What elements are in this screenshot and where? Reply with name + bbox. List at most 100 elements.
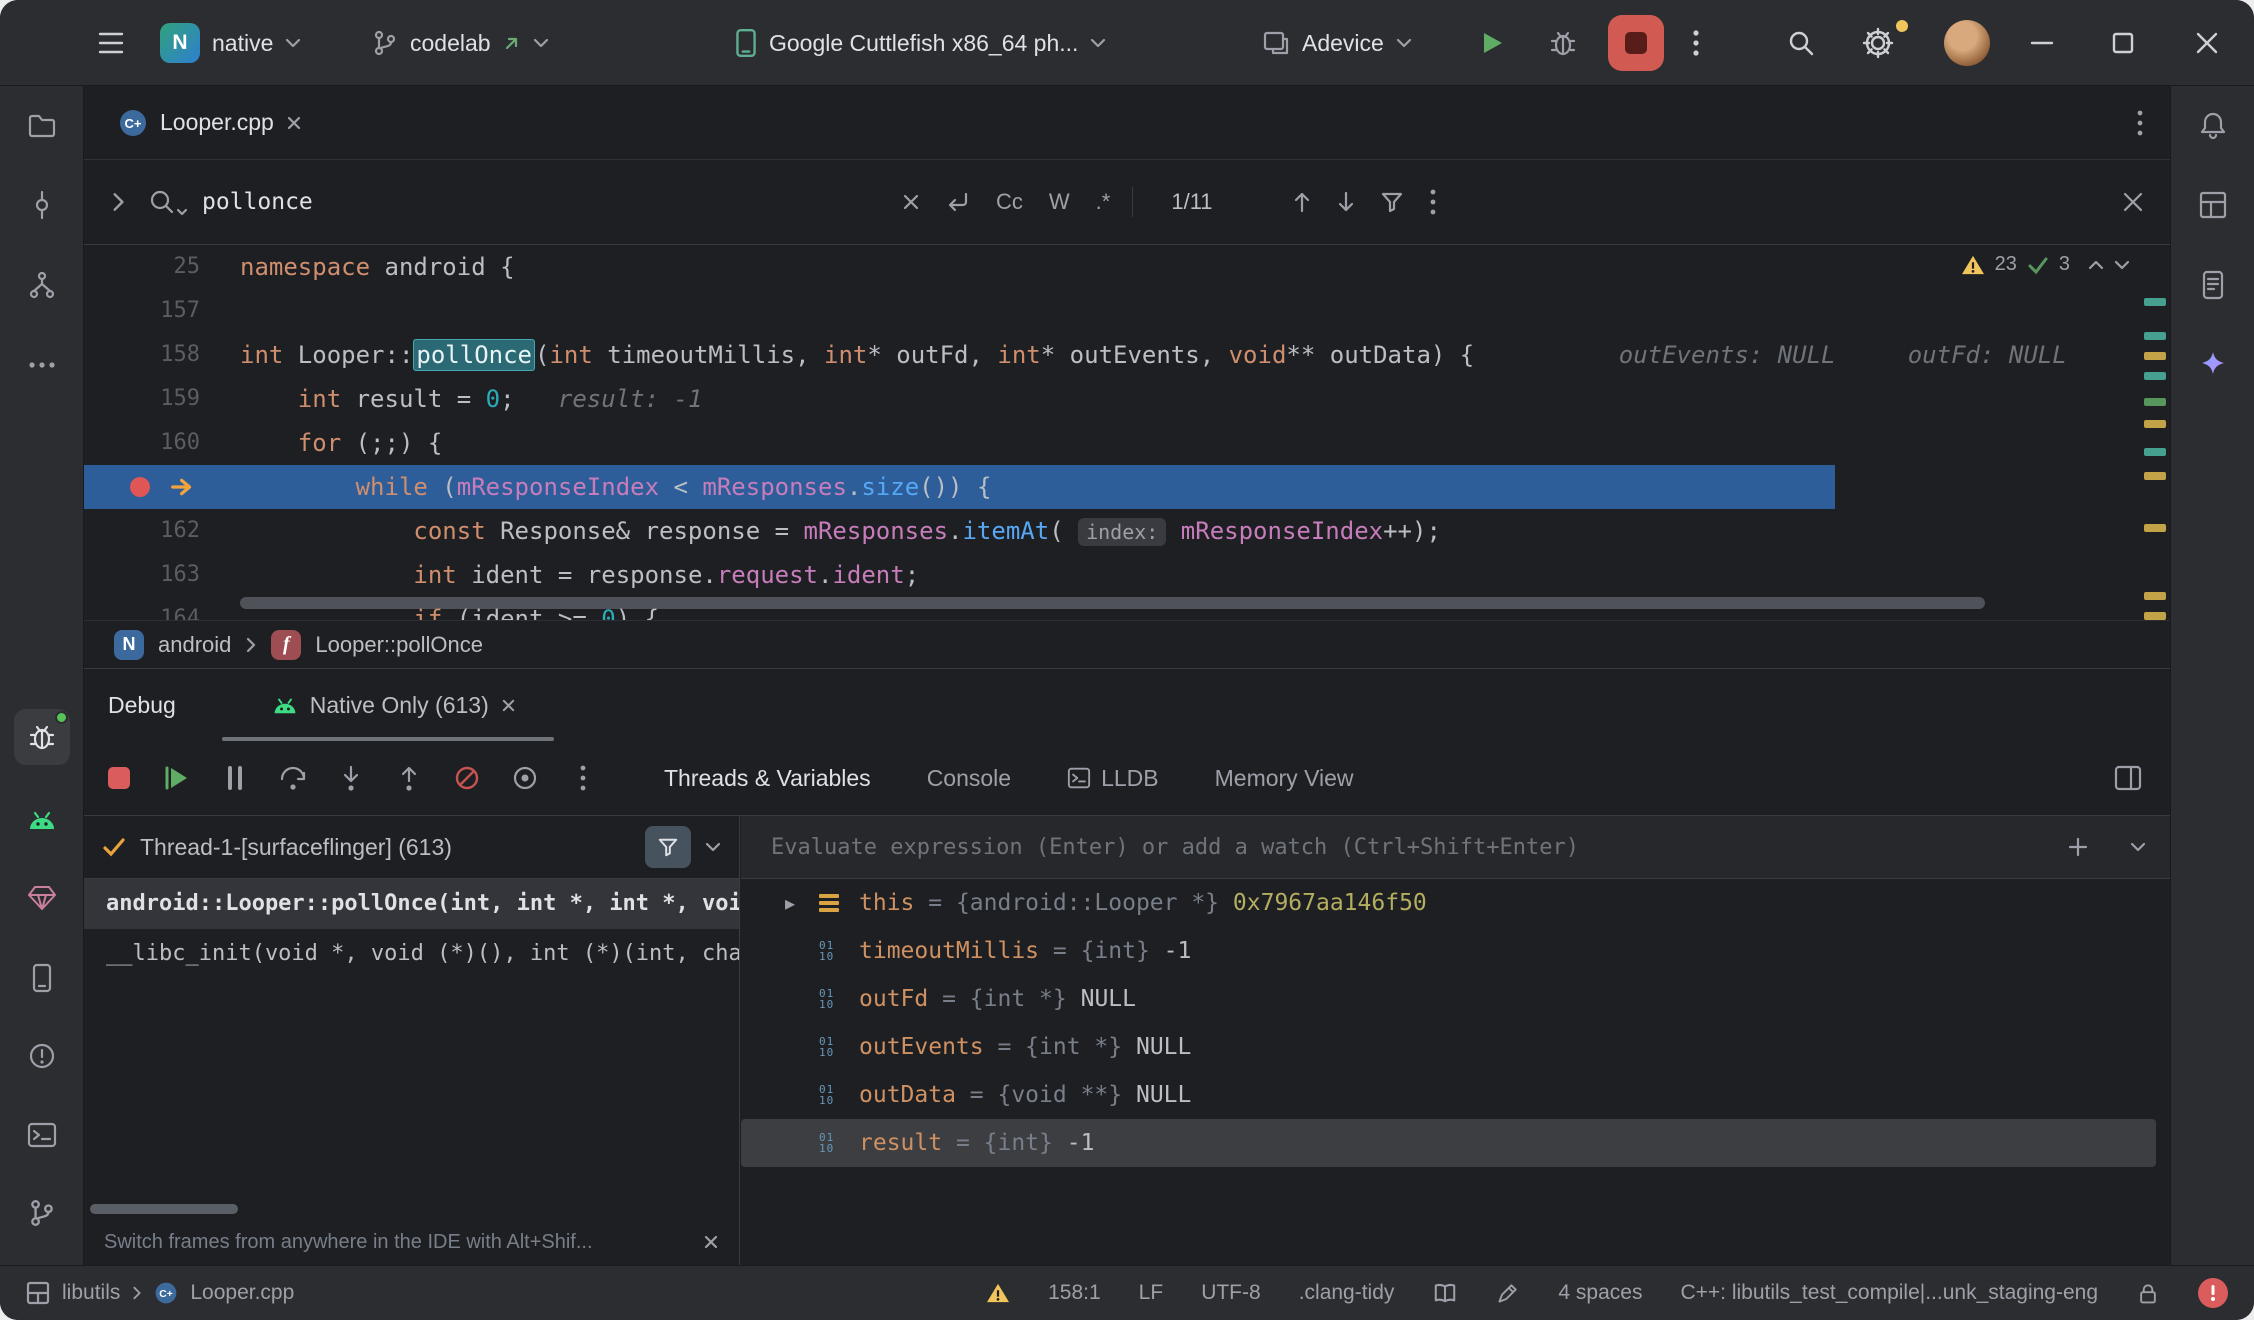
variable-row[interactable]: 0110outFd = {int *} NULL — [741, 975, 2170, 1023]
clear-search-icon[interactable] — [902, 193, 920, 211]
terminal-tool-button[interactable] — [14, 1107, 70, 1163]
search-mode-button[interactable] — [148, 188, 188, 216]
line-ending[interactable]: LF — [1139, 1281, 1164, 1305]
code-line[interactable]: 163 int ident = response.request.ident; — [84, 553, 2170, 597]
prev-problem-button[interactable] — [2088, 260, 2104, 270]
vcs-branch-selector[interactable]: codelab — [372, 0, 549, 86]
stack-frame[interactable]: __libc_init(void *, void (*)(), int (*)(… — [84, 929, 739, 979]
lint-config[interactable]: .clang-tidy — [1299, 1281, 1395, 1305]
error-notification-badge[interactable] — [2198, 1278, 2228, 1308]
stripe-mark[interactable] — [2144, 524, 2166, 532]
more-actions-button[interactable] — [1692, 0, 1700, 86]
variable-row[interactable]: ▸this = {android::Looper *} 0x7967aa146f… — [741, 879, 2170, 927]
structure-tool-button[interactable] — [14, 257, 70, 313]
variable-row[interactable]: 0110outEvents = {int *} NULL — [741, 1023, 2170, 1071]
breadcrumb-namespace[interactable]: android — [158, 632, 231, 658]
tab-threads-variables[interactable]: Threads & Variables — [664, 765, 871, 792]
stop-button[interactable] — [1608, 15, 1664, 71]
device-manager-button[interactable] — [14, 950, 70, 1006]
stripe-mark[interactable] — [2144, 332, 2166, 340]
device-selector[interactable]: Google Cuttlefish x86_64 ph... — [735, 0, 1106, 86]
code-line[interactable]: 25namespace android { — [84, 245, 2170, 289]
evaluate-history-chevron[interactable] — [2130, 842, 2146, 852]
gutter-execution[interactable] — [84, 465, 220, 509]
inspection-widget[interactable]: 23 3 — [1961, 253, 2130, 276]
stripe-mark[interactable] — [2144, 448, 2166, 456]
view-breakpoints-button[interactable] — [508, 761, 542, 795]
notifications-button[interactable] — [2185, 97, 2241, 153]
debug-button[interactable] — [1548, 0, 1578, 86]
stack-frame[interactable]: android::Looper::pollOnce(int, int *, in… — [84, 879, 739, 929]
tab-looper-cpp[interactable]: C+ Looper.cpp — [108, 86, 312, 160]
dismiss-hint-button[interactable] — [703, 1234, 719, 1250]
more-tool-windows-button[interactable] — [14, 337, 70, 393]
device-tools-selector[interactable]: Adevice — [1262, 0, 1412, 86]
thread-filter-button[interactable] — [645, 826, 691, 868]
caret-position[interactable]: 158:1 — [1048, 1281, 1101, 1305]
problems-tool-button[interactable] — [14, 1028, 70, 1084]
status-module[interactable]: libutils — [62, 1281, 120, 1305]
code-line[interactable]: 158int Looper::pollOnce(int timeoutMilli… — [84, 333, 2170, 377]
user-avatar[interactable] — [1944, 0, 1990, 86]
evaluate-expression-bar[interactable]: Evaluate expression (Enter) or add a wat… — [741, 816, 2170, 879]
code-line[interactable]: 160 for (;;) { — [84, 421, 2170, 465]
thread-selector[interactable]: Thread-1-[surfaceflinger] (613) — [84, 816, 739, 879]
tab-options-button[interactable] — [2136, 108, 2144, 138]
tab-console[interactable]: Console — [927, 765, 1011, 792]
app-quality-insights-button[interactable] — [14, 870, 70, 926]
stripe-mark[interactable] — [2144, 420, 2166, 428]
file-encoding[interactable]: UTF-8 — [1201, 1281, 1261, 1305]
breakpoint-icon[interactable] — [130, 477, 150, 497]
variable-row[interactable]: 0110result = {int} -1 — [741, 1119, 2156, 1167]
expand-replace-chevron[interactable] — [110, 191, 126, 213]
indent-setting[interactable]: 4 spaces — [1558, 1281, 1642, 1305]
layout-inspector-button[interactable] — [2185, 177, 2241, 233]
close-find-button[interactable] — [2122, 191, 2144, 213]
settings-button[interactable] — [1862, 0, 1910, 86]
tab-lldb[interactable]: LLDB — [1067, 765, 1159, 792]
search-options-button[interactable] — [1429, 188, 1437, 216]
whole-words-toggle[interactable]: W — [1049, 189, 1070, 215]
match-case-toggle[interactable]: Cc — [996, 189, 1023, 215]
debug-tool-button[interactable] — [14, 709, 70, 765]
regex-toggle[interactable]: .* — [1096, 189, 1111, 215]
layout-settings-button[interactable] — [2114, 765, 2142, 791]
stripe-mark[interactable] — [2144, 298, 2166, 306]
run-button[interactable] — [1478, 0, 1506, 86]
code-line[interactable]: 157 — [84, 289, 2170, 333]
code-line[interactable]: 159 int result = 0; result: -1 — [84, 377, 2170, 421]
tool-windows-icon[interactable] — [26, 1281, 50, 1305]
expand-chevron-icon[interactable]: ▸ — [785, 891, 819, 916]
emulator-tool-button[interactable] — [14, 792, 70, 848]
next-match-button[interactable] — [1337, 191, 1355, 213]
session-close-icon[interactable] — [501, 698, 516, 713]
step-into-button[interactable] — [334, 761, 368, 795]
horizontal-scrollbar[interactable] — [240, 597, 1985, 609]
code-editor[interactable]: 25namespace android {157158int Looper::p… — [84, 245, 2170, 620]
code-line[interactable]: 162 const Response& response = mResponse… — [84, 509, 2170, 553]
debug-session-tab[interactable]: Native Only (613) — [272, 692, 516, 719]
stripe-mark[interactable] — [2144, 398, 2166, 406]
device-explorer-button[interactable] — [2185, 257, 2241, 313]
warning-icon[interactable] — [986, 1282, 1010, 1304]
find-input[interactable]: pollonce — [202, 189, 902, 215]
status-file[interactable]: Looper.cpp — [190, 1281, 294, 1305]
project-selector[interactable]: N native — [160, 0, 301, 86]
lock-icon[interactable] — [2136, 1281, 2160, 1305]
tab-memory-view[interactable]: Memory View — [1215, 765, 1354, 792]
maximize-button[interactable] — [2112, 0, 2134, 86]
version-control-tool-button[interactable] — [14, 1185, 70, 1241]
reader-mode-icon[interactable] — [1432, 1281, 1458, 1305]
thread-dropdown-chevron[interactable] — [705, 842, 721, 852]
filter-search-button[interactable] — [1381, 191, 1403, 213]
newline-icon[interactable] — [946, 191, 970, 213]
frames-scrollbar[interactable] — [90, 1204, 238, 1214]
project-tool-button[interactable] — [14, 97, 70, 153]
pause-button[interactable] — [218, 761, 252, 795]
stripe-mark[interactable] — [2144, 352, 2166, 360]
add-watch-icon[interactable] — [2066, 835, 2090, 859]
stripe-mark[interactable] — [2144, 472, 2166, 480]
search-everywhere-button[interactable] — [1786, 0, 1816, 86]
breadcrumb-function[interactable]: Looper::pollOnce — [315, 632, 483, 658]
resume-button[interactable] — [160, 761, 194, 795]
